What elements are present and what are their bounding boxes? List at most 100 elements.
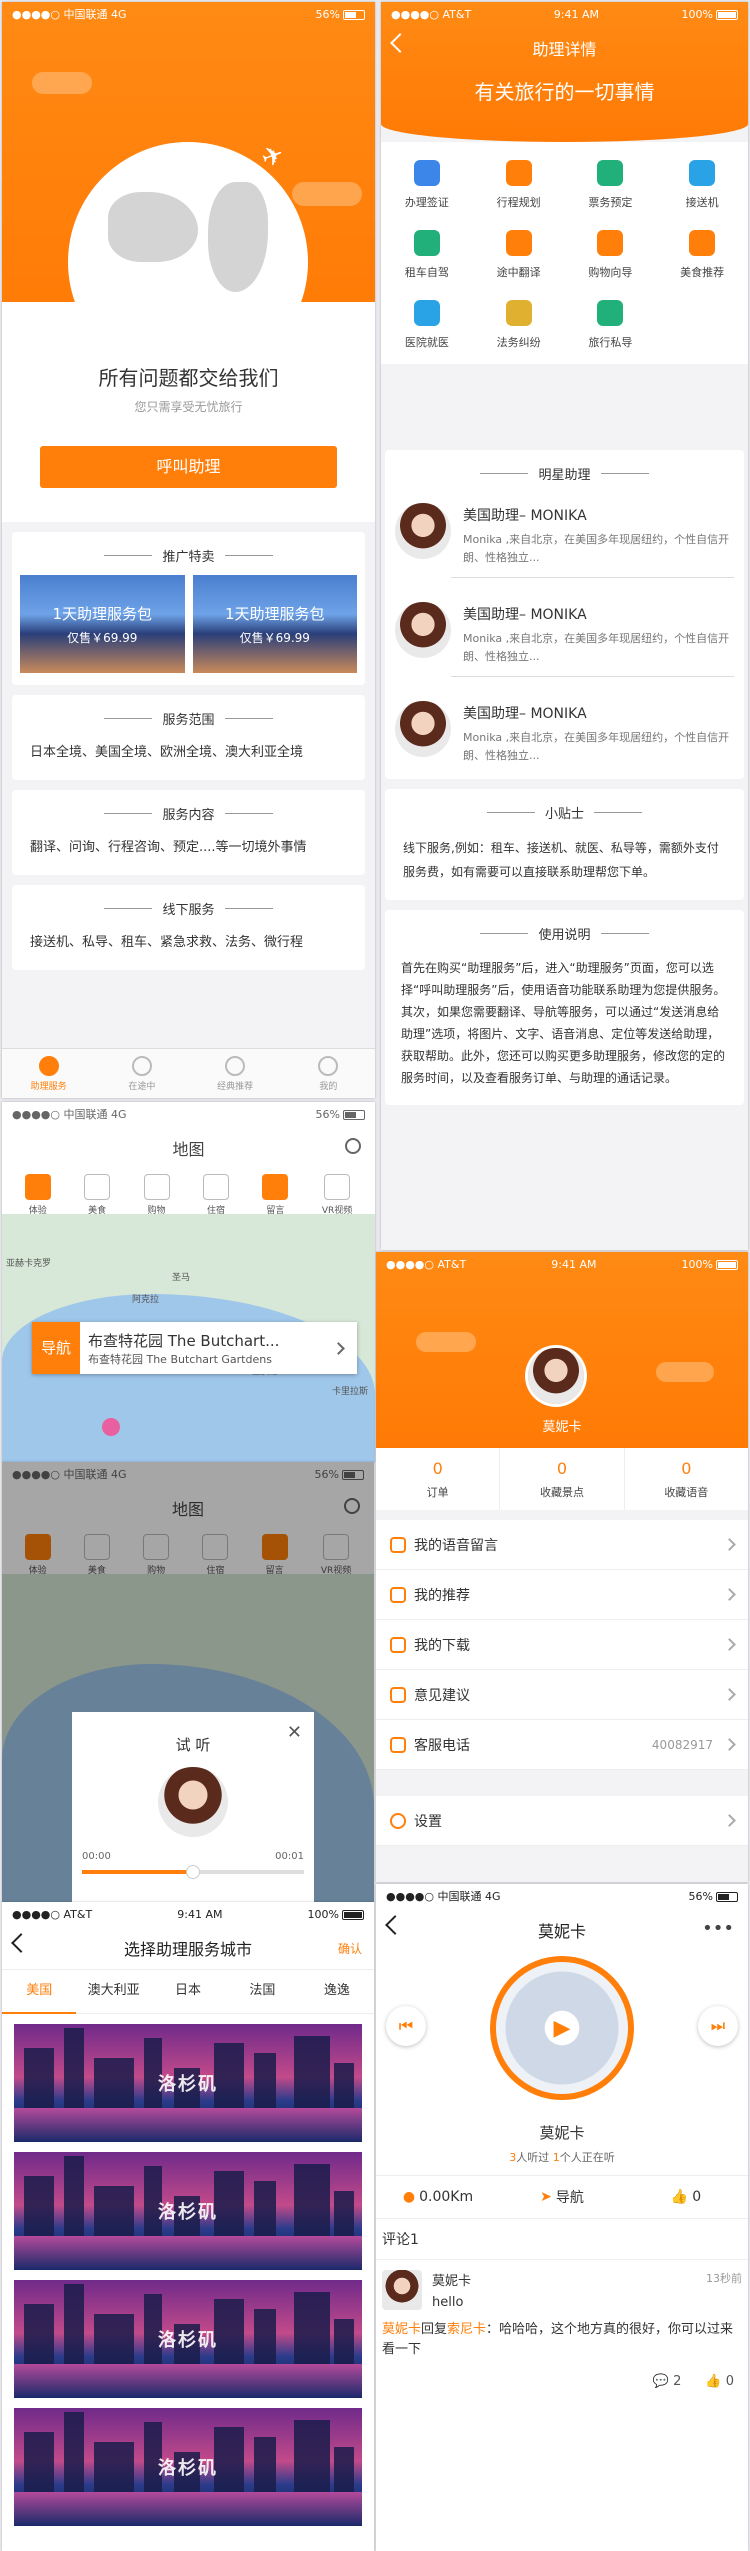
service-item[interactable]: 办理签证 xyxy=(381,160,473,210)
navigate-button[interactable]: 导航 xyxy=(32,1322,80,1374)
thumb-up-icon: 👍 xyxy=(705,2374,722,2389)
close-icon[interactable]: ✕ xyxy=(287,1722,302,1743)
play-disc[interactable]: ▶ xyxy=(490,1956,634,2100)
city-card[interactable]: 洛杉矶 xyxy=(14,2280,362,2398)
city-card[interactable]: 洛杉矶 xyxy=(14,2024,362,2142)
guide-name: 莫妮卡 xyxy=(539,2124,585,2142)
cloud-icon xyxy=(416,1332,476,1352)
battery-icon xyxy=(341,1909,364,1920)
menu-item[interactable]: 客服电话 40082917 xyxy=(376,1720,748,1770)
tab-assistant[interactable]: 助理服务 xyxy=(2,1049,95,1098)
airport-pickup-icon xyxy=(689,160,716,186)
tab-me[interactable]: 我的 xyxy=(282,1049,375,1098)
tab-bar: 助理服务 在途中 经典推荐 我的 xyxy=(2,1048,375,1098)
star-assistant-card: 明星助理 美国助理– MONIKA Monika ,来自北京，在美国多年现居纽约，… xyxy=(385,450,744,779)
country-tab[interactable]: 日本 xyxy=(151,1970,225,2014)
subhead: 您只需享受无忧旅行 xyxy=(134,400,243,414)
city-card[interactable]: 洛杉矶 xyxy=(14,2152,362,2270)
map-view[interactable]: 亚赫卡克罗 阿克拉 圣马 卡里拉斯 圣安娜 导航 布查特花园 The Butch… xyxy=(2,1214,375,1462)
service-item[interactable]: 租车自驾 xyxy=(381,230,473,280)
back-icon[interactable] xyxy=(390,33,410,53)
more-icon[interactable]: ••• xyxy=(702,1918,734,1939)
service-item[interactable]: 美食推荐 xyxy=(656,230,748,280)
like-button[interactable]: 👍 0 xyxy=(624,2189,748,2205)
search-icon[interactable] xyxy=(345,1138,361,1154)
country-tab[interactable]: 美国 xyxy=(2,1970,77,2014)
tab-recommend[interactable]: 经典推荐 xyxy=(189,1049,282,1098)
menu-item[interactable]: 我的下载 xyxy=(376,1620,748,1670)
service-item[interactable]: 医院就医 xyxy=(381,300,473,350)
map-pin-icon[interactable] xyxy=(102,1418,120,1436)
service-item[interactable]: 法务纠纷 xyxy=(473,300,565,350)
category-item[interactable]: 购物 xyxy=(143,1174,170,1216)
headline: 所有问题都交给我们 xyxy=(98,366,279,390)
cloud-icon xyxy=(32,72,92,94)
audio-progress[interactable] xyxy=(82,1865,304,1879)
section-title: 推广特卖 xyxy=(12,532,365,575)
battery-icon xyxy=(343,9,365,20)
shopping-icon xyxy=(597,230,624,256)
promo-item[interactable]: 1天助理服务包 仅售￥69.99 xyxy=(192,575,357,673)
guide-icon xyxy=(597,300,624,326)
assistant-row[interactable]: 美国助理– MONIKA Monika ,来自北京，在美国多年现居纽约，个性自信开… xyxy=(385,493,744,592)
confirm-button[interactable]: 确认 xyxy=(338,1940,362,1957)
screen-map-audio: ●●●●○ 中国联通 4G 56% 地图 体验 美食 购物 住宿 留言 VR视频 试 听 … xyxy=(2,1462,374,1902)
avatar xyxy=(395,602,451,658)
service-item[interactable]: 接送机 xyxy=(656,160,748,210)
recommend-icon xyxy=(390,1586,406,1603)
service-item[interactable]: 票务预定 xyxy=(565,160,657,210)
back-icon[interactable] xyxy=(11,1933,31,1953)
experience-icon xyxy=(24,1174,51,1200)
avatar[interactable] xyxy=(528,1348,584,1404)
service-item[interactable]: 旅行私导 xyxy=(565,300,657,350)
visa-icon xyxy=(413,160,440,186)
comment-like[interactable]: 👍 0 xyxy=(705,2374,734,2389)
chevron-right-icon xyxy=(723,1638,736,1651)
category-item[interactable]: VR视频 xyxy=(322,1174,352,1216)
comment-count[interactable]: 💬 2 xyxy=(653,2374,682,2389)
reply-text: 莫妮卡回复索尼卡：哈哈哈，这个地方真的很好，你可以过来看一下 xyxy=(382,2322,734,2357)
progress-knob[interactable] xyxy=(186,1865,200,1879)
hospital-icon xyxy=(413,300,440,326)
stat-item[interactable]: 0 收藏景点 xyxy=(500,1448,625,1510)
menu-item[interactable]: 意见建议 xyxy=(376,1670,748,1720)
chevron-right-icon xyxy=(723,1688,736,1701)
menu-item[interactable]: 我的推荐 xyxy=(376,1570,748,1620)
settings-item[interactable]: 设置 xyxy=(376,1796,748,1846)
promo-item[interactable]: 1天助理服务包 仅售￥69.99 xyxy=(20,575,185,673)
service-item[interactable]: 购物向导 xyxy=(565,230,657,280)
page-title: 选择助理服务城市 xyxy=(123,1939,252,1959)
category-item[interactable]: 留言 xyxy=(262,1174,289,1216)
back-icon[interactable] xyxy=(385,1915,405,1935)
assistant-row[interactable]: 美国助理– MONIKA Monika ,来自北京，在美国多年现居纽约，个性自信开… xyxy=(385,691,744,779)
menu-item[interactable]: 我的语音留言 xyxy=(376,1520,748,1570)
comments-title: 评论1 xyxy=(376,2219,748,2260)
category-item[interactable]: 美食 xyxy=(84,1174,111,1216)
navigation-arrow-icon: ➤ xyxy=(540,2189,552,2205)
prev-button[interactable]: ⏮ xyxy=(386,2006,426,2046)
usage-card: 使用说明 首先在购买“助理服务”后，进入“助理服务”页面，您可以选择“呼叫助理服… xyxy=(385,910,744,1105)
country-tab[interactable]: 澳大利亚 xyxy=(76,1970,150,2014)
service-item[interactable]: 行程规划 xyxy=(473,160,565,210)
poi-card[interactable]: 导航 布查特花园 The Butchart... 布查特花园 The Butch… xyxy=(32,1322,357,1374)
call-assistant-button[interactable]: 呼叫助理 xyxy=(40,446,337,488)
category-item[interactable]: 住宿 xyxy=(202,1174,229,1216)
cloud-icon xyxy=(292,182,362,206)
stat-item[interactable]: 0 订单 xyxy=(376,1448,501,1510)
tab-on-the-way[interactable]: 在途中 xyxy=(95,1049,188,1098)
city-card[interactable]: 洛杉矶 xyxy=(14,2408,362,2526)
distance: ● 0.00Km xyxy=(402,2189,474,2205)
promo-card: 推广特卖 1天助理服务包 仅售￥69.99 1天助理服务包 仅售￥69.99 xyxy=(12,532,365,685)
category-item[interactable]: 体验 xyxy=(24,1174,51,1216)
country-tab[interactable]: 法国 xyxy=(225,1970,299,2014)
service-icon xyxy=(38,1055,59,1076)
navigate-button[interactable]: ➤ 导航 xyxy=(500,2187,624,2207)
service-item[interactable]: 途中翻译 xyxy=(473,230,565,280)
next-button[interactable]: ⏭ xyxy=(698,2006,738,2046)
country-tab[interactable]: 逸逸 xyxy=(300,1970,374,2014)
location-icon: ● xyxy=(402,2189,416,2205)
battery-icon xyxy=(715,9,738,20)
stat-item[interactable]: 0 收藏语音 xyxy=(625,1448,748,1510)
hotel-icon xyxy=(202,1174,229,1200)
assistant-row[interactable]: 美国助理– MONIKA Monika ,来自北京，在美国多年现居纽约，个性自信开… xyxy=(385,592,744,691)
